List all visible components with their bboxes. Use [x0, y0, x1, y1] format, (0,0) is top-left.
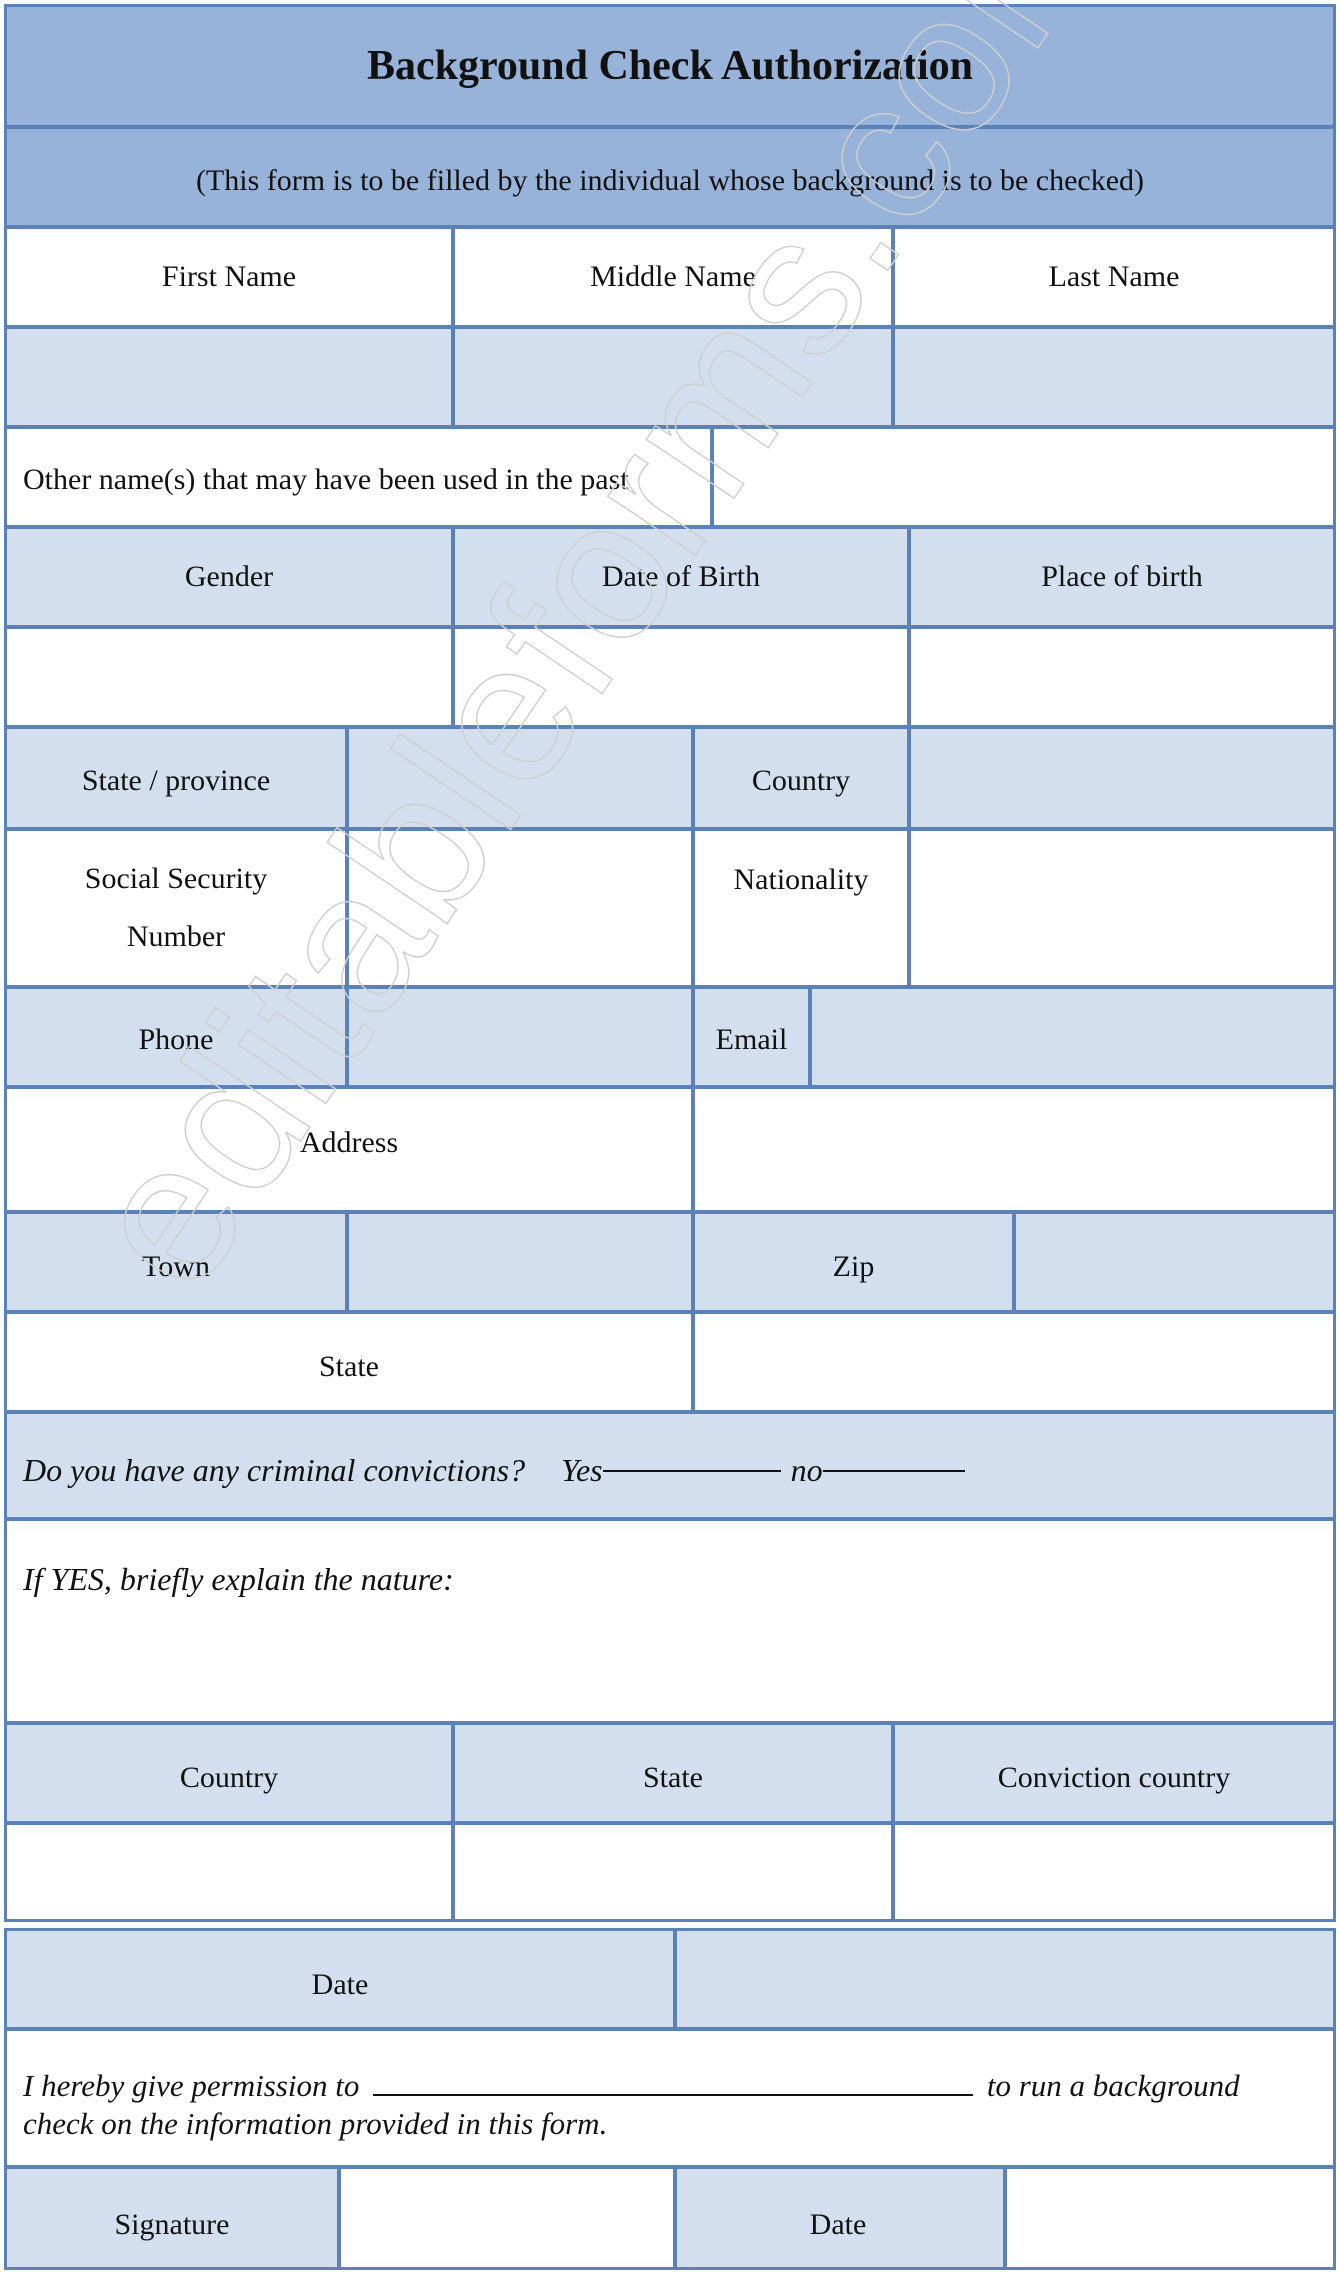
divider	[673, 1931, 677, 2027]
divider	[451, 225, 455, 425]
yes-label: Yes	[561, 1452, 603, 1488]
divider	[451, 525, 455, 725]
last-name-label: Last Name	[895, 229, 1333, 325]
town-field[interactable]	[349, 1214, 691, 1310]
phone-field[interactable]	[349, 989, 691, 1085]
divider	[451, 1721, 455, 1921]
explain-label: If YES, briefly explain the nature:	[23, 1561, 454, 1597]
divider	[345, 1210, 349, 1310]
ssn-label-line1: Social Security	[84, 862, 268, 895]
date-of-birth-field[interactable]	[455, 629, 907, 725]
permission-line-2: check on the information provided in thi…	[23, 2106, 608, 2141]
divider	[1012, 1210, 1016, 1310]
date-label: Date	[7, 1931, 673, 2027]
zip-field[interactable]	[1016, 1214, 1333, 1310]
criminal-convictions-row: Do you have any criminal convictions? Ye…	[7, 1414, 1333, 1517]
no-blank[interactable]	[822, 1469, 965, 1472]
address-field[interactable]	[695, 1089, 1333, 1210]
email-field[interactable]	[812, 989, 1333, 1085]
signature-field[interactable]	[341, 2169, 669, 2267]
date-of-birth-label: Date of Birth	[455, 529, 907, 625]
permission-part2: to run a background	[986, 2068, 1240, 2103]
nationality-field[interactable]	[911, 831, 1333, 985]
ssn-label-line2: Number	[126, 920, 226, 953]
divider	[691, 725, 695, 1085]
signature-label: Signature	[7, 2169, 337, 2267]
country-field[interactable]	[911, 729, 1333, 827]
form-subtitle: (This form is to be filled by the indivi…	[7, 129, 1333, 225]
town-label: Town	[7, 1214, 345, 1310]
zip-label: Zip	[695, 1214, 1012, 1310]
explain-area[interactable]: If YES, briefly explain the nature:	[7, 1521, 1333, 1721]
address-label: Address	[7, 1089, 691, 1210]
middle-name-label: Middle Name	[455, 229, 891, 325]
divider	[907, 525, 911, 725]
ssn-label: Social Security Number	[7, 831, 345, 985]
middle-name-field[interactable]	[455, 329, 891, 425]
conviction-country-field[interactable]	[7, 1825, 451, 1919]
state-province-label: State / province	[7, 729, 345, 827]
state-province-field[interactable]	[349, 729, 691, 827]
gender-label: Gender	[7, 529, 451, 625]
divider	[891, 1721, 895, 1921]
divider	[808, 985, 812, 1085]
authorized-party-blank[interactable]	[373, 2093, 974, 2096]
divider	[337, 2165, 341, 2267]
gender-field[interactable]	[7, 629, 451, 725]
phone-label: Phone	[7, 989, 345, 1085]
email-label: Email	[695, 989, 808, 1085]
state-label: State	[7, 1314, 691, 1410]
last-name-field[interactable]	[895, 329, 1333, 425]
permission-statement: I hereby give permission to to run a bac…	[7, 2031, 1333, 2165]
place-of-birth-field[interactable]	[911, 629, 1333, 725]
no-label: no	[790, 1452, 823, 1488]
signature-date-field[interactable]	[1007, 2169, 1333, 2267]
conviction-place-field[interactable]	[895, 1825, 1333, 1919]
divider	[710, 425, 714, 525]
permission-line-1: I hereby give permission to to run a bac…	[23, 2067, 1240, 2105]
divider	[1003, 2165, 1007, 2267]
other-names-field[interactable]	[714, 429, 1333, 525]
divider	[673, 2165, 677, 2267]
date-field[interactable]	[677, 1931, 1333, 2027]
country-label: Country	[695, 729, 907, 827]
nationality-label: Nationality	[695, 831, 907, 985]
form-table-main: Background Check Authorization (This for…	[4, 4, 1336, 1922]
place-of-birth-label: Place of birth	[911, 529, 1333, 625]
divider	[907, 725, 911, 985]
permission-part1: I hereby give permission to	[23, 2068, 360, 2103]
conviction-country-label: Country	[7, 1725, 451, 1821]
criminal-question: Do you have any criminal convictions?	[23, 1452, 526, 1488]
conviction-state-field[interactable]	[455, 1825, 891, 1919]
first-name-field[interactable]	[7, 329, 451, 425]
yes-blank[interactable]	[602, 1469, 781, 1472]
divider	[691, 1085, 695, 1410]
divider	[891, 225, 895, 425]
first-name-label: First Name	[7, 229, 451, 325]
conviction-state-label: State	[455, 1725, 891, 1821]
ssn-field[interactable]	[349, 831, 691, 985]
conviction-place-label: Conviction country	[895, 1725, 1333, 1821]
divider	[345, 725, 349, 1085]
form-table-authorization: Date I hereby give permission to to run …	[4, 1928, 1336, 2270]
signature-date-label: Date	[673, 2169, 1003, 2267]
other-names-label: Other name(s) that may have been used in…	[7, 429, 710, 525]
state-field[interactable]	[695, 1314, 1333, 1410]
form-title: Background Check Authorization	[7, 7, 1333, 125]
